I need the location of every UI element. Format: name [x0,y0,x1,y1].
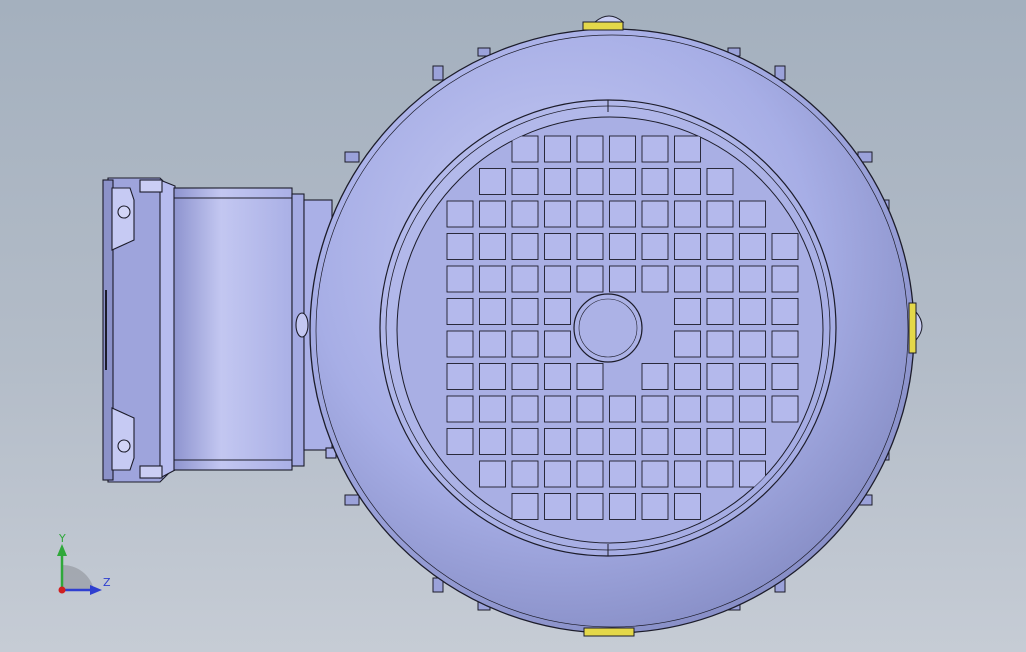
z-axis-label: Z [103,576,111,589]
x-axis-dot [58,586,66,594]
3d-viewport[interactable]: Y Z [0,0,1026,652]
triad-plane [62,564,94,590]
z-arrow-icon [90,585,102,595]
y-arrow-icon [57,544,67,556]
y-axis-label: Y [58,532,66,545]
axis-triad: Y Z [57,532,111,595]
